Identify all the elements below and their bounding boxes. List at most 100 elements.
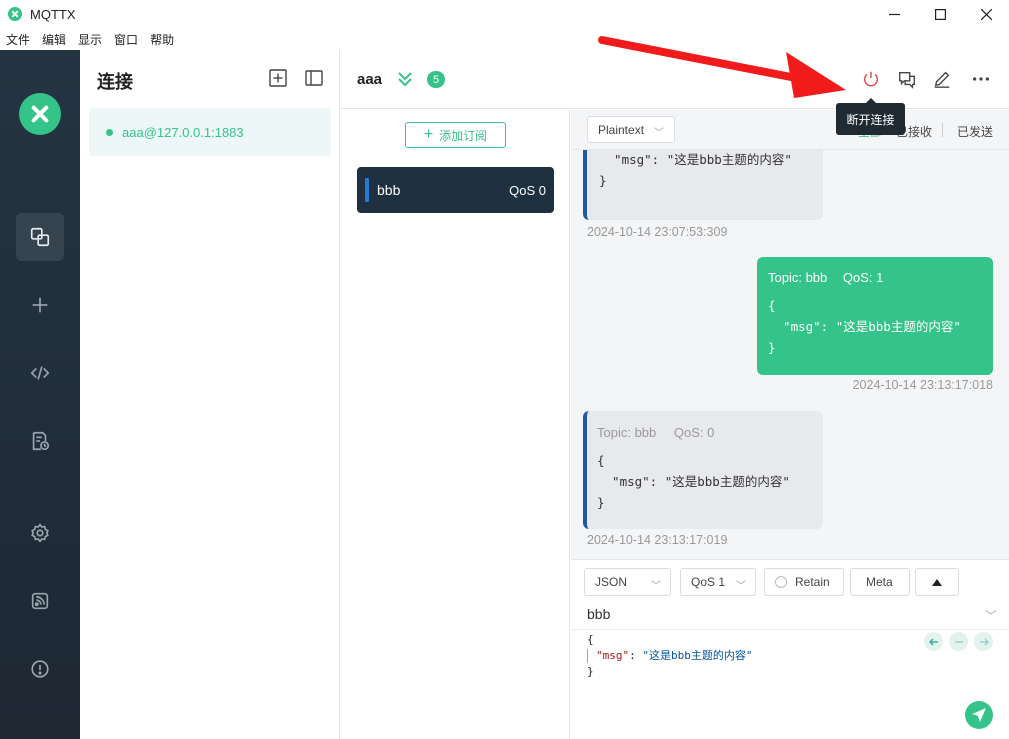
- pencil-icon: [934, 71, 950, 88]
- plus-icon: +: [423, 126, 434, 143]
- maximize-button[interactable]: [917, 0, 963, 28]
- payload-key: "msg": [596, 649, 630, 662]
- collapse-button[interactable]: [397, 70, 413, 88]
- history-clear-button[interactable]: [949, 632, 968, 651]
- menu-help[interactable]: 帮助: [150, 31, 174, 48]
- add-box-icon: [269, 69, 287, 87]
- retain-label: Retain: [795, 575, 830, 589]
- message-sent: Topic: bbb QoS: 1 { "msg": "这是bbb主题的内容" …: [757, 257, 993, 375]
- subscription-topic: bbb: [377, 182, 401, 198]
- disconnect-tooltip: 断开连接: [836, 98, 905, 135]
- window-controls: [871, 0, 1009, 28]
- connections-panel: 连接 aaa@127.0.0.1:1883: [80, 50, 340, 739]
- filter-sent[interactable]: 已发送: [957, 123, 993, 140]
- power-icon: [863, 71, 879, 87]
- close-icon: [980, 8, 992, 20]
- menu-edit[interactable]: 编辑: [42, 31, 66, 48]
- menu-bar: 文件 编辑 显示 窗口 帮助: [0, 28, 1009, 50]
- chevron-down-icon: ﹀: [736, 581, 746, 592]
- nav-about-button[interactable]: [16, 645, 64, 693]
- mqttx-logo-icon: [19, 93, 61, 135]
- log-icon: [32, 431, 50, 451]
- connection-name: aaa@127.0.0.1:1883: [122, 124, 244, 140]
- chevron-down-icon[interactable]: ﹀: [985, 607, 997, 624]
- connection-header-name: aaa: [357, 71, 383, 88]
- disconnect-button[interactable]: [860, 68, 882, 90]
- triangle-up-icon: [932, 578, 942, 586]
- payload-value: "这是bbb主题的内容": [642, 649, 753, 662]
- connections-title: 连接: [97, 72, 133, 92]
- menu-window[interactable]: 窗口: [114, 31, 138, 48]
- new-group-button[interactable]: [269, 69, 287, 87]
- title-bar: MQTTX: [0, 0, 1009, 28]
- toggle-panel-button[interactable]: [305, 69, 323, 87]
- meta-button[interactable]: Meta: [850, 568, 910, 596]
- left-nav: [0, 50, 80, 739]
- more-options-button[interactable]: [970, 68, 992, 90]
- gear-icon: [31, 523, 49, 543]
- more-horizontal-icon: [973, 77, 989, 81]
- message-payload: { "msg": "这是bbb主题的内容" }: [768, 298, 961, 355]
- menu-view[interactable]: 显示: [78, 31, 102, 48]
- annotation-arrow-icon: [598, 36, 846, 98]
- send-icon: [972, 708, 986, 722]
- chevron-down-icon: ﹀: [651, 581, 661, 592]
- payload-colon: :: [629, 649, 643, 662]
- new-window-button[interactable]: [896, 68, 918, 90]
- publish-topic-input[interactable]: bbb: [587, 606, 610, 622]
- menu-file[interactable]: 文件: [6, 31, 30, 48]
- send-button[interactable]: [965, 701, 993, 729]
- code-icon: [30, 366, 50, 380]
- message-time: 2024-10-14 23:13:17:019: [587, 533, 728, 547]
- subscription-item[interactable]: bbb QoS 0: [357, 167, 554, 213]
- payload-format-select[interactable]: Plaintext ﹀: [587, 116, 675, 143]
- minimize-button[interactable]: [871, 0, 917, 28]
- info-icon: [31, 660, 49, 678]
- nav-feed-button[interactable]: [16, 577, 64, 625]
- publish-format-value: JSON: [595, 575, 628, 589]
- arrow-right-icon: [979, 638, 989, 645]
- subscriptions-column: + 添加订阅 bbb QoS 0: [341, 110, 570, 739]
- retain-toggle[interactable]: Retain: [764, 568, 844, 596]
- expand-editor-button[interactable]: [915, 568, 959, 596]
- payload-close-brace: }: [587, 665, 594, 678]
- edit-connection-button[interactable]: [931, 68, 953, 90]
- connections-icon: [30, 227, 50, 247]
- message-header: Topic: bbb QoS: 0: [597, 425, 823, 440]
- nav-connections-button[interactable]: [16, 213, 64, 261]
- message-topic: Topic: bbb: [768, 270, 828, 285]
- connection-status-dot: [106, 128, 113, 136]
- arrow-left-icon: [928, 638, 938, 645]
- minimize-icon: [888, 13, 900, 15]
- publish-area: JSON ﹀ QoS 1 ﹀ Retain Meta bbb ﹀ { "msg"…: [571, 559, 1009, 739]
- close-window-button[interactable]: [963, 0, 1009, 28]
- nav-log-button[interactable]: [16, 417, 64, 465]
- publish-qos-select[interactable]: QoS 1 ﹀: [680, 568, 756, 596]
- publish-topic-row[interactable]: bbb ﹀: [571, 598, 1009, 630]
- connection-item[interactable]: aaa@127.0.0.1:1883: [89, 108, 331, 156]
- nav-script-button[interactable]: [16, 349, 64, 397]
- publish-payload-editor[interactable]: { "msg": "这是bbb主题的内容" }: [587, 632, 753, 680]
- message-received: { "msg": "这是bbb主题的内容" }: [583, 131, 823, 220]
- subscription-color-bar: [365, 178, 369, 202]
- messages-area[interactable]: Plaintext ﹀ 全部 已接收 已发送 { "msg": "这是bbb主题…: [571, 110, 1009, 559]
- publish-format-select[interactable]: JSON ﹀: [584, 568, 671, 596]
- app-logo-icon: [8, 7, 22, 21]
- nav-new-connection-button[interactable]: [16, 281, 64, 329]
- history-next-button[interactable]: [974, 632, 993, 651]
- editor-gutter-marker: [587, 649, 588, 663]
- history-prev-button[interactable]: [924, 632, 943, 651]
- minus-icon: [954, 640, 963, 643]
- double-chevron-down-icon: [398, 72, 412, 87]
- message-time: 2024-10-14 23:07:53:309: [587, 225, 728, 239]
- rss-icon: [31, 592, 49, 610]
- subscription-count-badge: 5: [427, 71, 445, 88]
- nav-settings-button[interactable]: [16, 509, 64, 557]
- message-qos: QoS: 1: [842, 270, 884, 285]
- add-subscription-label: 添加订阅: [439, 128, 488, 143]
- payload-format-value: Plaintext: [598, 122, 645, 137]
- meta-label: Meta: [866, 575, 893, 589]
- add-subscription-button[interactable]: + 添加订阅: [405, 122, 506, 148]
- message-header: Topic: bbb QoS: 1: [768, 270, 993, 285]
- messages-toolbar: Plaintext ﹀ 全部 已接收 已发送: [571, 110, 1009, 150]
